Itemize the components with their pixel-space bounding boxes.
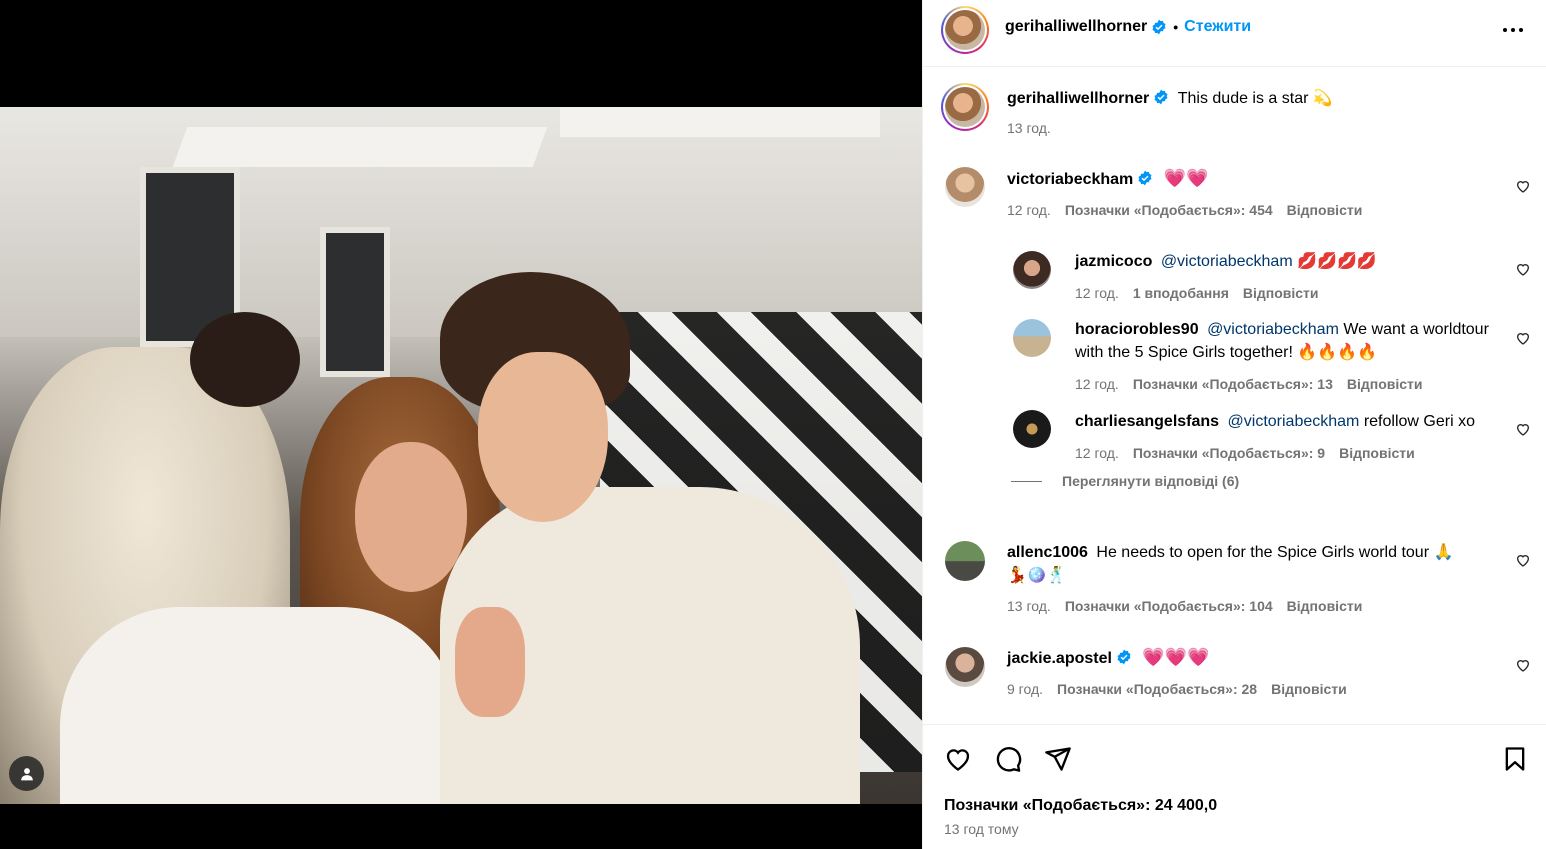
comment-time: 12 год.	[1075, 376, 1119, 392]
comment-likes[interactable]: Позначки «Подобається»: 9	[1133, 445, 1325, 461]
comment-mention[interactable]: @victoriabeckham	[1228, 413, 1360, 430]
comment-time: 12 год.	[1007, 202, 1051, 218]
comment-mention[interactable]: @victoriabeckham	[1161, 253, 1293, 270]
comment-likes[interactable]: 1 вподобання	[1133, 285, 1229, 301]
comment-mention[interactable]: @victoriabeckham	[1207, 321, 1339, 338]
comment-meta: 13 год. Позначки «Подобається»: 104 Відпов…	[1007, 598, 1376, 614]
heart-icon[interactable]	[1515, 657, 1531, 673]
heart-icon[interactable]	[1515, 421, 1531, 437]
post-header: gerihalliwellhorner • Стежити	[923, 0, 1546, 67]
caption-avatar[interactable]	[941, 83, 989, 131]
photo-window	[320, 227, 390, 377]
caption-time: 13 год.	[1007, 120, 1065, 136]
comment-username[interactable]: victoriabeckham	[1007, 171, 1133, 188]
comment-username[interactable]: charliesangelsfans	[1075, 413, 1219, 430]
post-photo[interactable]	[0, 107, 922, 804]
comment-time: 12 год.	[1075, 285, 1119, 301]
comment-username[interactable]: horaciorobles90	[1075, 321, 1199, 338]
photo-beam	[560, 107, 880, 137]
post-time[interactable]: 13 год тому	[944, 821, 1019, 837]
verified-badge-icon	[1117, 649, 1131, 665]
photo-man-face	[478, 352, 608, 522]
comment-text: refollow Geri xo	[1363, 413, 1475, 430]
reply-button[interactable]: Відповісти	[1287, 202, 1363, 218]
heart-icon[interactable]	[944, 745, 972, 773]
comment-item: allenc1006 He needs to open for the Spic…	[1007, 541, 1497, 587]
share-icon[interactable]	[1044, 745, 1072, 773]
comment-meta: 9 год. Позначки «Подобається»: 28 Відповіс…	[1007, 681, 1361, 697]
comment-text: 💗💗	[1163, 168, 1209, 188]
comment-text: 💗💗💗	[1142, 647, 1210, 667]
header-info: gerihalliwellhorner • Стежити	[1005, 18, 1251, 36]
view-replies-button[interactable]: Переглянути відповіді (6)	[1011, 473, 1239, 489]
comment-avatar[interactable]	[945, 167, 985, 207]
verified-badge-icon	[1138, 170, 1152, 186]
author-avatar[interactable]	[941, 6, 989, 54]
reply-button[interactable]: Відповісти	[1287, 598, 1363, 614]
post-media	[0, 0, 922, 849]
photo-woman-face	[355, 442, 467, 592]
comment-avatar[interactable]	[1013, 319, 1051, 357]
photo-background-hair	[190, 312, 300, 407]
comment-avatar[interactable]	[1013, 410, 1051, 448]
comment-username[interactable]: allenc1006	[1007, 544, 1088, 561]
comment-time: 9 год.	[1007, 681, 1044, 697]
more-icon[interactable]	[1501, 18, 1525, 42]
photo-beam	[172, 127, 548, 167]
post-sidebar: gerihalliwellhorner • Стежити gerihalliw…	[922, 0, 1546, 849]
comment-text: 💋💋💋💋	[1297, 253, 1377, 270]
comment-likes[interactable]: Позначки «Подобається»: 454	[1065, 202, 1273, 218]
heart-icon[interactable]	[1515, 552, 1531, 568]
reply-button[interactable]: Відповісти	[1243, 285, 1319, 301]
caption-timestamp: 13 год.	[1007, 120, 1051, 136]
follow-button[interactable]: Стежити	[1184, 18, 1251, 36]
separator-dot: •	[1173, 19, 1179, 35]
comment-item: jackie.apostel 💗💗💗	[1007, 646, 1210, 670]
photo-hand	[455, 607, 525, 717]
comment-likes[interactable]: Позначки «Подобається»: 104	[1065, 598, 1273, 614]
reply-button[interactable]: Відповісти	[1339, 445, 1415, 461]
comment-likes[interactable]: Позначки «Подобається»: 13	[1133, 376, 1333, 392]
caption-text: This dude is a star 💫	[1177, 90, 1333, 107]
comment-item: horaciorobles90 @victoriabeckham We want…	[1075, 318, 1505, 364]
caption-username[interactable]: gerihalliwellhorner	[1007, 90, 1149, 107]
comment-time: 13 год.	[1007, 598, 1051, 614]
comment-icon[interactable]	[994, 745, 1022, 773]
heart-icon[interactable]	[1515, 178, 1531, 194]
heart-icon[interactable]	[1515, 261, 1531, 277]
comment-item: jazmicoco @victoriabeckham 💋💋💋💋	[1075, 250, 1377, 273]
post-modal: gerihalliwellhorner • Стежити gerihalliw…	[0, 0, 1546, 849]
caption: gerihalliwellhorner This dude is a star …	[1007, 87, 1333, 110]
heart-icon[interactable]	[1515, 330, 1531, 346]
comment-avatar[interactable]	[1013, 251, 1051, 289]
comments-list: gerihalliwellhorner This dude is a star …	[923, 67, 1546, 724]
photo-woman-body	[60, 607, 460, 804]
post-actions: Позначки «Подобається»: 24 400,0 13 год …	[923, 724, 1546, 849]
comment-username[interactable]: jackie.apostel	[1007, 650, 1112, 667]
verified-badge-icon	[1154, 89, 1168, 105]
comment-text: He needs to open for the Spice Girls wor…	[1096, 544, 1454, 561]
comment-meta: 12 год. 1 вподобання Відповісти	[1075, 285, 1333, 301]
reply-button[interactable]: Відповісти	[1347, 376, 1423, 392]
comment-meta: 12 год. Позначки «Подобається»: 9 Відповіс…	[1075, 445, 1429, 461]
comment-meta: 12 год. Позначки «Подобається»: 454 Відпов…	[1007, 202, 1376, 218]
reply-button[interactable]: Відповісти	[1271, 681, 1347, 697]
comment-avatar[interactable]	[945, 541, 985, 581]
author-username[interactable]: gerihalliwellhorner	[1005, 18, 1147, 36]
comment-likes[interactable]: Позначки «Подобається»: 28	[1057, 681, 1257, 697]
comment-text-emojis: 💃🪩🕺	[1007, 567, 1067, 584]
comment-meta: 12 год. Позначки «Подобається»: 13 Відпові…	[1075, 376, 1437, 392]
comment-item: victoriabeckham 💗💗	[1007, 167, 1209, 191]
comment-username[interactable]: jazmicoco	[1075, 253, 1152, 270]
divider-line	[1011, 480, 1042, 482]
comment-item: charliesangelsfans @victoriabeckham refo…	[1075, 410, 1475, 433]
verified-badge-icon	[1152, 19, 1166, 35]
comment-time: 12 год.	[1075, 445, 1119, 461]
post-likes[interactable]: Позначки «Подобається»: 24 400,0	[944, 797, 1217, 815]
comment-avatar[interactable]	[945, 647, 985, 687]
view-replies-label: Переглянути відповіді (6)	[1062, 473, 1240, 489]
bookmark-icon[interactable]	[1501, 745, 1529, 773]
user-tag-icon[interactable]	[9, 756, 44, 791]
